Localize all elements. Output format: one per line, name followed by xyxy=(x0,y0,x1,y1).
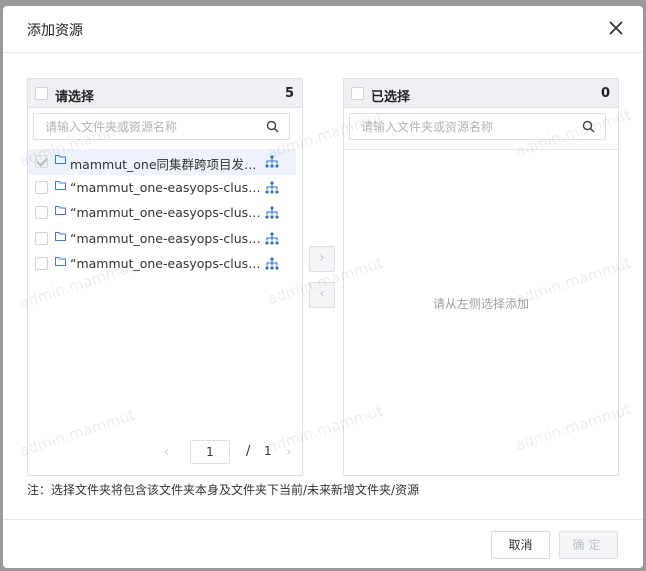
hierarchy-icon[interactable] xyxy=(265,206,279,220)
item-name: “mammut_one-easyops-cluster-demo” xyxy=(70,179,263,195)
target-list-divider xyxy=(344,149,618,150)
folder-icon xyxy=(55,257,66,266)
source-search-input[interactable] xyxy=(34,114,254,139)
pagination: ‹ 1 / 1 › xyxy=(28,439,302,467)
item-name: mammut_one同集群跨项目发布测试 xyxy=(70,157,263,172)
source-panel: 请选择 5 mammut_one同集群跨项目发布测试 xyxy=(27,78,303,476)
dialog-footer: 取消 确定 xyxy=(3,519,643,568)
target-panel-header: 已选择 0 xyxy=(344,79,618,108)
list-item[interactable]: “mammut_one-easyops-cluster-demo” xyxy=(28,251,302,277)
page-separator: / xyxy=(246,444,251,459)
item-checkbox[interactable] xyxy=(35,231,48,245)
move-right-button[interactable]: › xyxy=(309,246,335,272)
item-name: “mammut_one-easyops-cluster-demo” xyxy=(70,230,263,246)
folder-icon xyxy=(55,231,66,241)
item-checkbox[interactable] xyxy=(35,257,48,270)
close-icon[interactable] xyxy=(607,19,625,37)
hierarchy-icon[interactable] xyxy=(265,155,279,169)
target-search-input[interactable] xyxy=(350,114,570,139)
item-checkbox xyxy=(35,155,48,168)
hierarchy-icon[interactable] xyxy=(265,180,279,195)
item-checkbox[interactable] xyxy=(35,206,48,219)
cancel-button[interactable]: 取消 xyxy=(491,531,550,559)
list-item[interactable]: “mammut_one-easyops-cluster-demo” xyxy=(28,200,302,226)
search-icon[interactable] xyxy=(266,120,279,133)
prev-page-button[interactable]: ‹ xyxy=(164,445,169,460)
folder-note: 注：选择文件夹将包含该文件夹本身及文件夹下当前/未来新增文件夹/资源 xyxy=(27,483,420,497)
confirm-button[interactable]: 确定 xyxy=(559,531,618,559)
search-icon[interactable] xyxy=(582,120,595,133)
target-panel-title: 已选择 xyxy=(371,90,411,105)
add-resource-dialog: 添加资源 请选择 5 mammut_one同集群跨项目发布测试 xyxy=(3,6,643,568)
target-count: 0 xyxy=(600,86,610,101)
folder-icon xyxy=(55,155,66,164)
empty-state-text: 请从左侧选择添加 xyxy=(432,297,529,311)
page-number-input[interactable]: 1 xyxy=(190,440,230,464)
list-item[interactable]: mammut_one同集群跨项目发布测试 xyxy=(28,149,296,175)
select-all-selected-checkbox[interactable] xyxy=(351,87,364,100)
source-panel-title: 请选择 xyxy=(55,90,95,105)
source-list: mammut_one同集群跨项目发布测试 “mammut_one-easyops… xyxy=(28,149,302,277)
next-page-button[interactable]: › xyxy=(286,445,291,460)
source-search xyxy=(33,113,290,140)
folder-icon xyxy=(55,180,66,190)
hierarchy-icon[interactable] xyxy=(265,231,279,246)
dialog-header: 添加资源 xyxy=(3,6,643,53)
page-total: 1 xyxy=(264,444,272,458)
source-panel-header: 请选择 5 xyxy=(28,79,302,108)
dialog-title: 添加资源 xyxy=(27,23,83,39)
target-panel: 已选择 0 请从左侧选择添加 xyxy=(343,78,619,476)
item-checkbox[interactable] xyxy=(35,180,48,194)
source-count: 5 xyxy=(284,86,294,101)
target-search xyxy=(349,113,606,140)
move-left-button[interactable]: ‹ xyxy=(309,282,335,308)
select-all-checkbox[interactable] xyxy=(35,87,48,100)
item-name: “mammut_one-easyops-cluster-demo” xyxy=(70,256,263,271)
list-item[interactable]: “mammut_one-easyops-cluster-demo” xyxy=(28,226,302,252)
folder-icon xyxy=(55,206,66,215)
list-item[interactable]: “mammut_one-easyops-cluster-demo” xyxy=(28,175,302,201)
hierarchy-icon[interactable] xyxy=(265,257,279,271)
item-name: “mammut_one-easyops-cluster-demo” xyxy=(70,205,263,220)
